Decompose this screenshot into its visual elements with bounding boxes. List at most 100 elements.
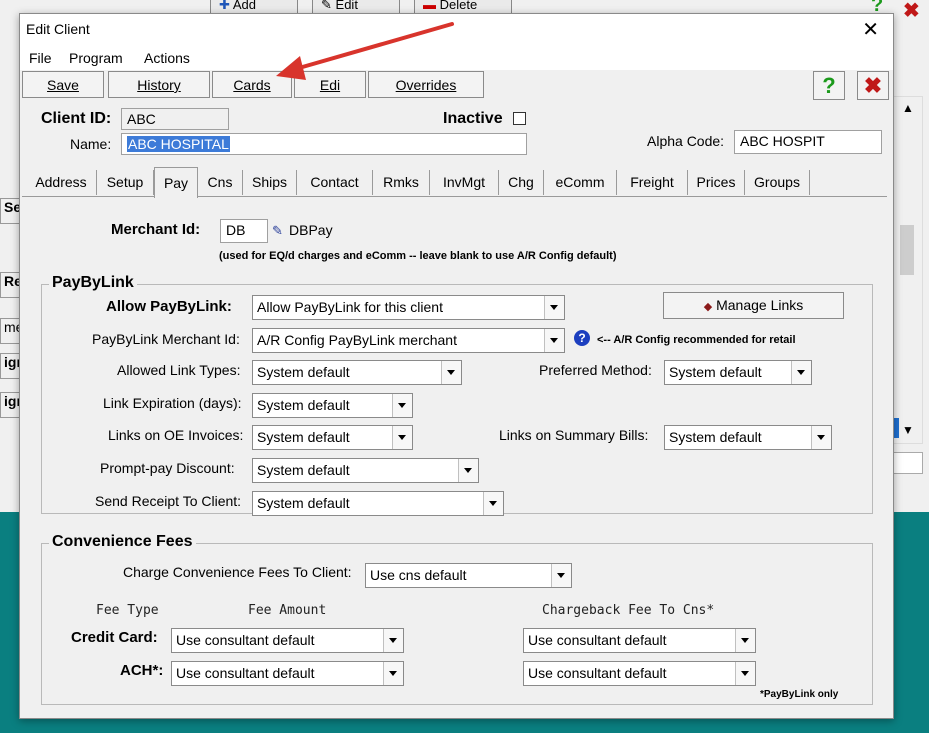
prompt-pay-discount-label: Prompt-pay Discount: <box>100 460 235 476</box>
chevron-down-icon <box>458 459 478 482</box>
paybylink-merchant-label: PayByLink Merchant Id: <box>92 331 240 347</box>
add-icon: ✚ <box>219 0 230 12</box>
convenience-fees-title: Convenience Fees <box>49 533 196 551</box>
title-bar: Edit Client ✕ <box>20 14 893 46</box>
allowed-link-types-select[interactable]: System default <box>252 360 462 385</box>
chevron-down-icon <box>392 394 412 417</box>
scroll-up-icon[interactable]: ▲ <box>902 101 914 115</box>
client-id-label: Client ID: <box>41 110 112 127</box>
send-receipt-select[interactable]: System default <box>252 491 504 516</box>
window-close-icon[interactable]: ✕ <box>862 17 879 42</box>
footnote: *PayByLink only <box>760 689 839 700</box>
pencil-edit-icon[interactable]: ✎ <box>272 223 283 239</box>
chevron-down-icon <box>383 662 403 685</box>
chevron-down-icon <box>811 426 831 449</box>
ach-label: ACH*: <box>120 662 164 679</box>
charge-fees-label: Charge Convenience Fees To Client: <box>123 564 352 580</box>
chevron-down-icon <box>544 329 564 352</box>
charge-fees-select[interactable]: Use cns default <box>365 563 572 588</box>
ach-fee-select[interactable]: Use consultant default <box>171 661 404 686</box>
delete-icon: ▬ <box>423 0 436 12</box>
tab-contact[interactable]: Contact <box>297 170 373 195</box>
tab-setup[interactable]: Setup <box>97 170 154 195</box>
credit-card-label: Credit Card: <box>71 629 158 646</box>
paybylink-merchant-hint: <-- A/R Config recommended for retail <box>597 334 796 346</box>
inactive-checkbox[interactable] <box>513 112 526 125</box>
close-record-icon[interactable]: ✖ <box>857 71 889 100</box>
paybylink-title: PayByLink <box>49 274 137 292</box>
chevron-down-icon <box>483 492 503 515</box>
prompt-pay-discount-select[interactable]: System default <box>252 458 479 483</box>
scrollbar-thumb[interactable] <box>900 225 914 275</box>
scroll-down-icon[interactable]: ▼ <box>902 423 914 437</box>
edit-client-dialog: Edit Client ✕ File Program Actions Save … <box>19 13 894 719</box>
menu-actions[interactable]: Actions <box>144 50 190 66</box>
diamond-icon: ◆ <box>703 301 713 313</box>
background-scrollbar[interactable]: ▲ ▼ <box>893 96 923 444</box>
tab-cns[interactable]: Cns <box>198 170 243 195</box>
fee-amount-header: Fee Amount <box>248 603 327 618</box>
merchant-id-field[interactable]: DB <box>220 219 268 243</box>
pay-panel: Merchant Id: DB ✎ DBPay (used for EQ/d c… <box>22 196 887 713</box>
save-button[interactable]: Save <box>22 71 104 98</box>
alpha-code-field[interactable]: ABC HOSPIT <box>734 130 882 154</box>
cards-button[interactable]: Cards <box>212 71 292 98</box>
paybylink-merchant-select[interactable]: A/R Config PayByLink merchant <box>252 328 565 353</box>
credit-card-chargeback-select[interactable]: Use consultant default <box>523 628 756 653</box>
chevron-down-icon <box>791 361 811 384</box>
credit-card-fee-select[interactable]: Use consultant default <box>171 628 404 653</box>
send-receipt-label: Send Receipt To Client: <box>95 493 242 509</box>
tab-invmgt[interactable]: InvMgt <box>430 170 499 195</box>
bg-close-icon[interactable]: ✖ <box>903 0 920 23</box>
bg-left-button-3[interactable]: me <box>0 318 20 344</box>
tab-freight[interactable]: Freight <box>617 170 688 195</box>
name-label: Name: <box>70 136 112 152</box>
window-title: Edit Client <box>26 21 90 37</box>
preferred-method-select[interactable]: System default <box>664 360 812 385</box>
history-button[interactable]: History <box>108 71 210 98</box>
client-id-field[interactable]: ABC <box>121 108 229 130</box>
bg-add-button[interactable]: ✚ Add <box>210 0 298 14</box>
oe-invoices-select[interactable]: System default <box>252 425 413 450</box>
bg-left-button-4[interactable]: ign <box>0 353 20 379</box>
menu-program[interactable]: Program <box>69 50 123 66</box>
summary-bills-label: Links on Summary Bills: <box>499 427 649 443</box>
allow-paybylink-select[interactable]: Allow PayByLink for this client <box>252 295 565 320</box>
name-field[interactable]: ABC HOSPITAL <box>121 133 527 155</box>
tab-chg[interactable]: Chg <box>499 170 544 195</box>
bg-left-button-2[interactable]: Re <box>0 272 20 298</box>
tab-rmks[interactable]: Rmks <box>373 170 430 195</box>
inactive-label: Inactive <box>443 110 503 127</box>
tab-pay[interactable]: Pay <box>154 167 198 198</box>
ach-chargeback-select[interactable]: Use consultant default <box>523 661 756 686</box>
allow-paybylink-label: Allow PayByLink: <box>106 298 232 315</box>
chargeback-header: Chargeback Fee To Cns* <box>542 603 715 618</box>
tab-ecomm[interactable]: eComm <box>544 170 617 195</box>
info-help-icon[interactable]: ? <box>574 330 590 346</box>
tab-prices[interactable]: Prices <box>688 170 745 195</box>
overrides-button[interactable]: Overrides <box>368 71 484 98</box>
fee-type-header: Fee Type <box>96 603 159 618</box>
chevron-down-icon <box>392 426 412 449</box>
link-expiration-select[interactable]: System default <box>252 393 413 418</box>
chevron-down-icon <box>735 662 755 685</box>
background-field[interactable] <box>893 452 923 474</box>
tab-address[interactable]: Address <box>26 170 97 195</box>
help-icon[interactable]: ? <box>813 71 845 100</box>
chevron-down-icon <box>735 629 755 652</box>
summary-bills-select[interactable]: System default <box>664 425 832 450</box>
tab-groups[interactable]: Groups <box>745 170 810 195</box>
tab-ships[interactable]: Ships <box>243 170 297 195</box>
merchant-name: DBPay <box>289 222 333 238</box>
edi-button[interactable]: Edi <box>294 71 366 98</box>
merchant-id-label: Merchant Id: <box>111 221 201 238</box>
bg-left-button-5[interactable]: ign <box>0 392 20 418</box>
bg-edit-button[interactable]: ✎ Edit <box>312 0 400 14</box>
preferred-method-label: Preferred Method: <box>539 362 652 378</box>
name-value: ABC HOSPITAL <box>127 136 230 152</box>
bg-left-button-1[interactable]: Se <box>0 198 20 224</box>
bg-delete-button[interactable]: ▬ Delete <box>414 0 512 14</box>
menu-file[interactable]: File <box>29 50 52 66</box>
manage-links-button[interactable]: ◆ Manage Links <box>663 292 844 319</box>
allowed-link-types-label: Allowed Link Types: <box>117 362 241 378</box>
